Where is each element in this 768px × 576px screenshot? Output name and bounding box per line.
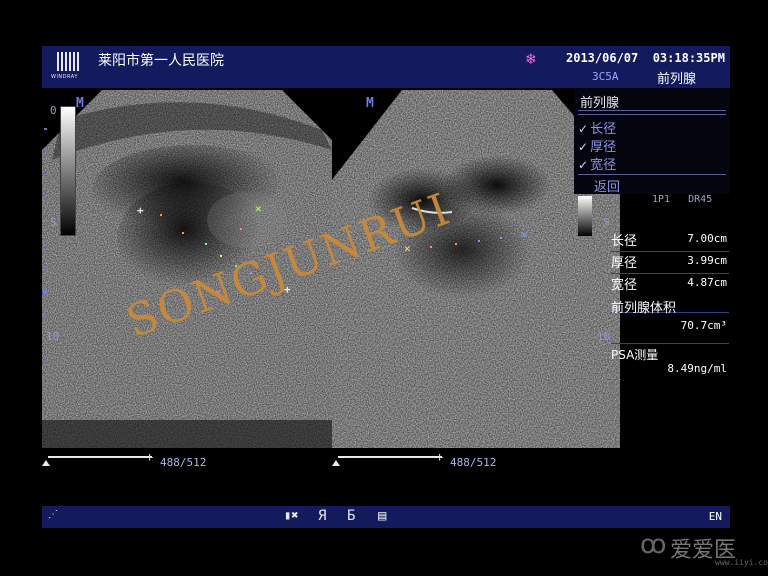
hospital-name: 莱阳市第一人民医院: [98, 53, 224, 69]
result-thickness: 厚径 3.99cm: [611, 252, 729, 274]
trackball-icon[interactable]: ⋰: [48, 509, 58, 520]
focus-marker-left[interactable]: ◆: [42, 287, 48, 298]
caliper-x-1[interactable]: ✕: [255, 203, 262, 214]
caliper-x-4[interactable]: ✕: [521, 229, 528, 240]
check-icon: ✓: [578, 158, 589, 172]
check-icon: ✓: [578, 140, 589, 154]
depth-label-right-5: 5: [603, 216, 610, 229]
report-icon[interactable]: ▤: [378, 508, 386, 524]
logo-text: WINDRAY: [51, 74, 78, 80]
menu-title: 前列腺: [580, 96, 620, 111]
site-url: www.iiyi.com: [715, 558, 768, 567]
flip-left-icon[interactable]: Я: [318, 508, 326, 524]
snowflake-icon[interactable]: ❄: [526, 49, 536, 68]
result-length: 长径 7.00cm: [611, 230, 729, 252]
caliper-plus-1[interactable]: +: [137, 205, 144, 216]
menu-back-button[interactable]: 返回: [594, 176, 620, 195]
site-logo-icon: ꝏ: [640, 530, 667, 560]
cine-count-right: 488/512: [450, 456, 497, 469]
depth-label-right-10: 10: [597, 330, 611, 343]
language-indicator[interactable]: EN: [709, 510, 722, 523]
menu-item-thickness[interactable]: ✓ 厚径: [578, 136, 616, 155]
flip-right-icon[interactable]: Ƃ: [347, 508, 355, 524]
bottom-toolbar: ⋰ ▮✖ Я Ƃ ▤ EN: [42, 506, 730, 528]
menu-item-width[interactable]: ✓ 宽径: [578, 154, 616, 173]
depth-label-left-10: 10: [46, 330, 60, 343]
cine-count-left: 488/512: [160, 456, 207, 469]
m-marker-right: M: [366, 96, 374, 111]
cine-bar-right[interactable]: + 488/512: [332, 450, 512, 469]
image-params: 1P1 DR45: [652, 194, 713, 205]
top-status-bar: WINDRAY 莱阳市第一人民医院 ❄ 2013/06/07 03:18:35P…: [42, 46, 730, 88]
grayscale-bar-right: [578, 196, 592, 236]
measurement-results: 长径 7.00cm 厚径 3.99cm 宽径 4.87cm 前列腺体积 70.7…: [611, 230, 729, 380]
result-volume: 前列腺体积 70.7cm³: [611, 301, 729, 344]
windray-logo: WINDRAY: [51, 52, 84, 82]
depth-label-left-0: 0: [50, 104, 57, 117]
result-psa: PSA测量 8.49ng/ml: [611, 348, 727, 375]
m-marker-left: M: [76, 96, 84, 111]
probe-label: 3C5A: [592, 70, 619, 83]
exam-type: 前列腺: [657, 72, 697, 87]
check-icon: ✓: [578, 122, 589, 136]
date-time: 2013/06/07 03:18:35PM: [566, 51, 725, 65]
grayscale-bar-left: [60, 106, 76, 236]
depth-label-left-5: 5: [50, 216, 57, 229]
measurement-menu: 前列腺 ✓ 长径 ✓ 厚径 ✓ 宽径 返回: [574, 88, 730, 195]
dual-mode-icon[interactable]: ▮✖: [284, 508, 298, 522]
cine-bar-left[interactable]: + 488/512: [42, 450, 222, 469]
menu-item-length[interactable]: ✓ 长径: [578, 118, 616, 137]
